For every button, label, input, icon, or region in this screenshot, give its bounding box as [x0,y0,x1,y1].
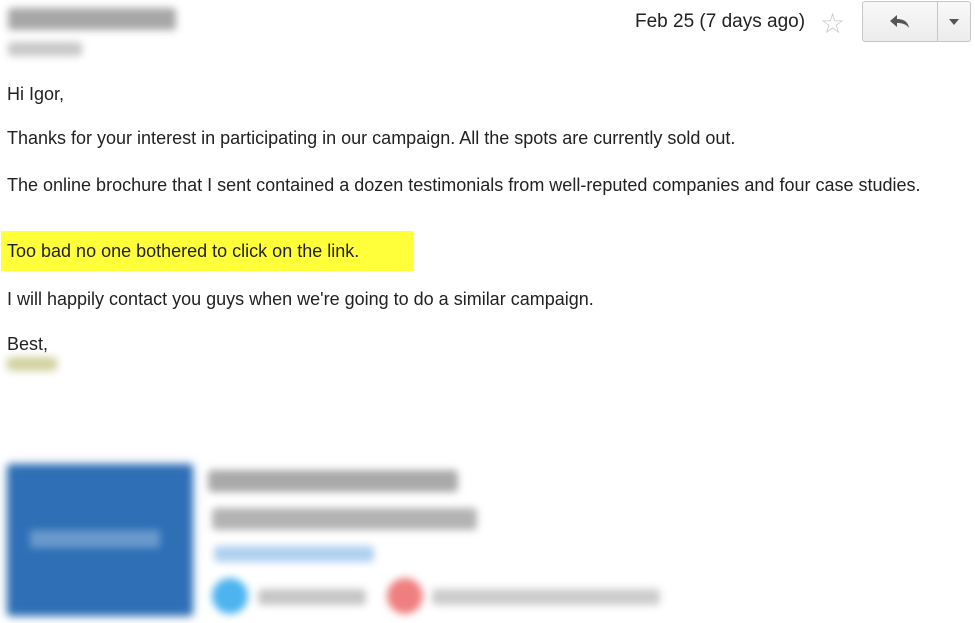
message-paragraph: The online brochure that I sent containe… [7,175,921,195]
message-paragraph: I will happily contact you guys when we'… [7,289,594,309]
message-paragraph: Thanks for your interest in participatin… [7,128,736,148]
message-date: Feb 25 (7 days ago) [635,11,806,32]
star-icon[interactable]: ☆ [820,4,845,44]
more-options-button[interactable] [938,2,970,41]
reply-button-group [862,1,971,42]
dropdown-arrow-icon [949,18,959,25]
mail-icon [387,578,423,614]
signature-skype-redacted [258,589,366,605]
signature-name-redacted [208,470,458,492]
signature-logo-text-redacted [30,530,160,548]
signature-link-redacted[interactable] [214,546,374,562]
sender-name-redacted [8,8,176,30]
signature-title-redacted [212,508,477,530]
skype-icon [212,578,248,614]
reply-button[interactable] [863,2,938,41]
highlighted-sentence: Too bad no one bothered to click on the … [7,241,360,261]
signature-email-redacted[interactable] [432,589,660,605]
signoff-name-redacted [6,357,58,371]
greeting: Hi Igor, [7,84,65,104]
sender-recipient-redacted [8,42,82,56]
signoff: Best, [7,334,49,354]
reply-icon [890,14,909,28]
